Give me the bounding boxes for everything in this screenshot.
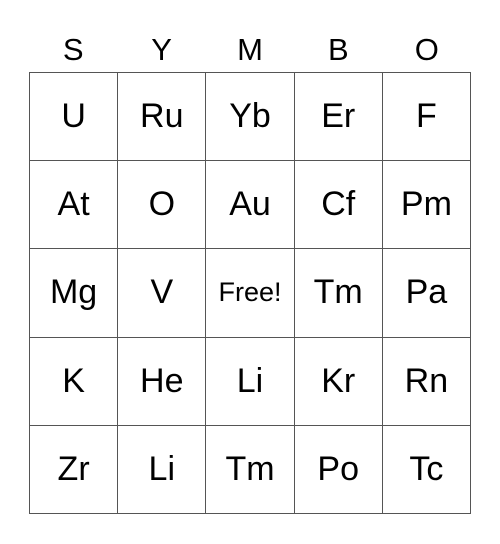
bingo-cell[interactable]: Tc — [382, 425, 471, 514]
header-letter: O — [414, 32, 439, 67]
bingo-cell[interactable]: K — [30, 337, 119, 426]
bingo-cell[interactable]: Po — [294, 425, 383, 514]
bingo-cell[interactable]: Pm — [382, 161, 471, 250]
bingo-cell[interactable]: Kr — [294, 337, 383, 426]
bingo-cell[interactable]: Pa — [382, 249, 471, 338]
bingo-cell[interactable]: F — [382, 73, 471, 162]
bingo-cell[interactable]: Zr — [30, 425, 119, 514]
bingo-board: U Ru Yb Er F At O Au Cf Pm Mg V Free! Tm… — [29, 72, 471, 514]
bingo-cell[interactable]: At — [30, 161, 119, 250]
bingo-cell[interactable]: Yb — [206, 73, 295, 162]
bingo-cell[interactable]: Ru — [118, 73, 207, 162]
bingo-cell[interactable]: V — [118, 249, 207, 338]
bingo-cell[interactable]: Tm — [206, 425, 295, 514]
header-letter: B — [328, 32, 349, 67]
bingo-cell[interactable]: Tm — [294, 249, 383, 338]
bingo-cell[interactable]: O — [118, 161, 207, 250]
bingo-cell[interactable]: U — [30, 73, 119, 162]
bingo-cell[interactable]: Au — [206, 161, 295, 250]
bingo-cell[interactable]: Mg — [30, 249, 119, 338]
free-space-cell[interactable]: Free! — [206, 249, 295, 338]
bingo-cell[interactable]: Li — [206, 337, 295, 426]
header-letter: Y — [151, 32, 172, 67]
bingo-cell[interactable]: Cf — [294, 161, 383, 250]
bingo-header: S Y M B O — [29, 28, 471, 72]
bingo-cell[interactable]: Li — [118, 425, 207, 514]
bingo-cell[interactable]: Rn — [382, 337, 471, 426]
header-letter: M — [237, 32, 263, 67]
header-letter: S — [62, 32, 84, 67]
bingo-cell[interactable]: Er — [294, 73, 383, 162]
bingo-cell[interactable]: He — [118, 337, 207, 426]
